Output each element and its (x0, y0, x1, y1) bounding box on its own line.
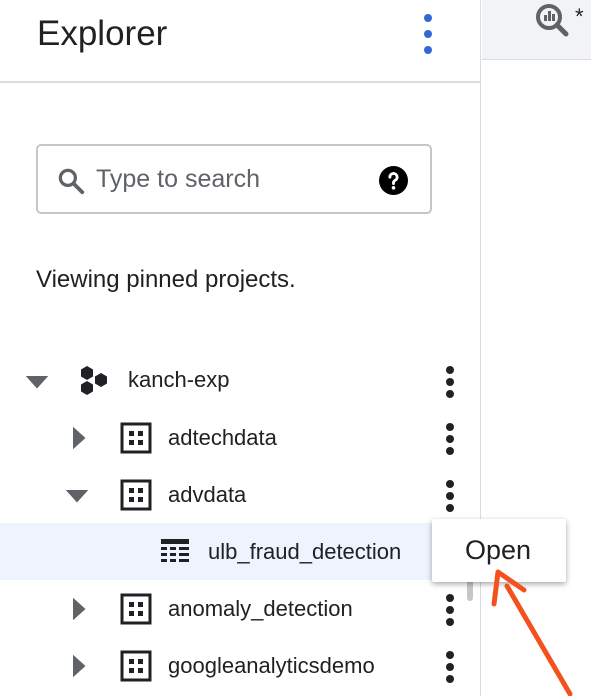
caret-down-icon[interactable] (62, 480, 92, 510)
unsaved-marker: * (575, 4, 584, 29)
caret-right-icon[interactable] (63, 594, 93, 624)
explorer-header: Explorer (0, 0, 480, 83)
row-more-button[interactable] (441, 651, 459, 685)
dataset-grid-icon (120, 593, 152, 625)
search-input[interactable] (96, 160, 366, 198)
tree-item-label: ulb_fraud_detection (208, 539, 402, 564)
explorer-title: Explorer (37, 14, 168, 53)
dataset-grid-icon (120, 422, 152, 454)
more-vert-icon (446, 480, 454, 488)
dataset-grid-icon (120, 479, 152, 511)
row-more-button[interactable] (441, 366, 459, 400)
more-vert-icon (446, 594, 454, 602)
annotation-arrow-icon (491, 569, 573, 696)
tree-row-table[interactable]: ulb_fraud_detection (0, 523, 480, 580)
tree-row-dataset[interactable]: advdata (0, 466, 480, 523)
explorer-panel: Explorer Viewing pinned projects. kan (0, 0, 481, 696)
search-box (36, 144, 432, 214)
caret-right-icon[interactable] (63, 651, 93, 681)
tree-item-label: googleanalyticsdemo (168, 653, 375, 678)
status-text: Viewing pinned projects. (36, 266, 296, 293)
tree-item-label: adtechdata (168, 425, 277, 450)
tree-row-dataset[interactable]: anomaly_detection (0, 580, 480, 637)
row-more-button[interactable] (441, 594, 459, 628)
more-vert-icon (424, 14, 432, 22)
tree-item-label: kanch-exp (128, 367, 230, 392)
caret-right-icon[interactable] (63, 423, 93, 453)
caret-down-icon[interactable] (22, 366, 52, 396)
tree-row-dataset[interactable]: googleanalyticsdemo (0, 637, 480, 694)
row-more-button[interactable] (441, 480, 459, 514)
more-vert-icon (446, 651, 454, 659)
editor-tab-bar: * (482, 0, 591, 60)
search-icon (58, 168, 85, 195)
tree-row-project[interactable]: kanch-exp (0, 352, 480, 409)
dataset-grid-icon (120, 650, 152, 682)
more-vert-icon (446, 423, 454, 431)
query-icon[interactable] (534, 2, 570, 38)
table-icon (161, 539, 189, 562)
tree-row-dataset[interactable]: adtechdata (0, 409, 480, 466)
tree-item-label: anomaly_detection (168, 596, 353, 621)
more-vert-icon (446, 366, 454, 374)
help-icon[interactable] (379, 166, 408, 195)
row-more-button[interactable] (441, 423, 459, 457)
explorer-more-button[interactable] (414, 12, 442, 56)
tree-item-label: advdata (168, 482, 247, 507)
project-hexagon-icon (81, 366, 107, 395)
